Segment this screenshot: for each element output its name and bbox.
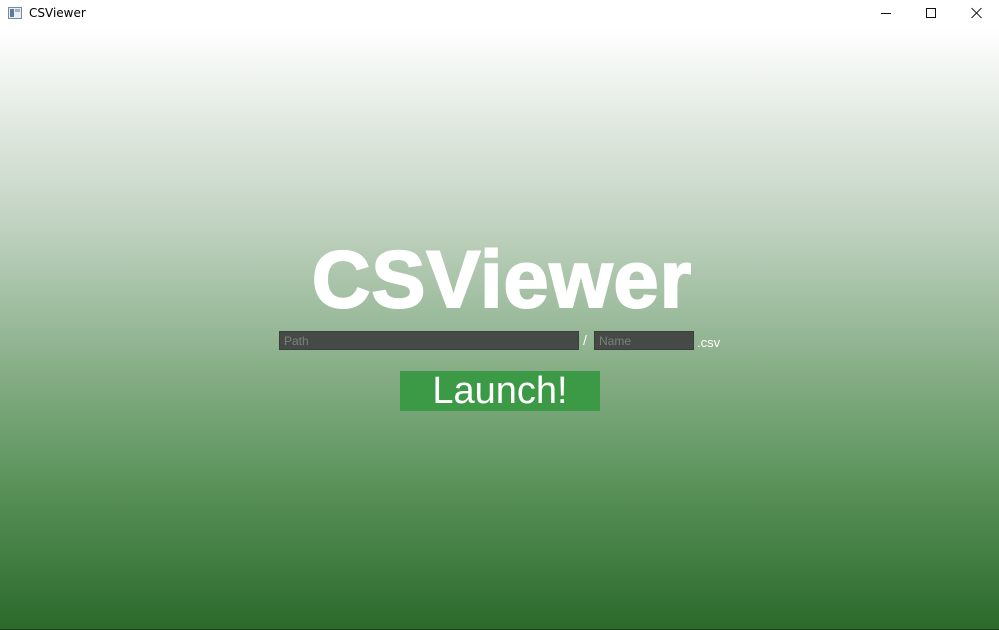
app-icon xyxy=(8,7,22,19)
close-button[interactable] xyxy=(954,0,999,28)
path-separator: / xyxy=(583,332,587,348)
file-extension-label: .csv xyxy=(697,335,721,350)
app-name-heading: CSViewer xyxy=(311,235,693,325)
path-input[interactable] xyxy=(279,331,579,350)
app-window: CSViewer CSViewer / .csv Launch! xyxy=(0,0,999,630)
window-title: CSViewer xyxy=(29,6,86,20)
minimize-button[interactable] xyxy=(863,0,909,28)
title-bar[interactable]: CSViewer xyxy=(0,0,999,28)
main-panel xyxy=(0,28,999,629)
maximize-icon xyxy=(926,8,936,18)
name-input[interactable] xyxy=(594,331,694,350)
minimize-icon xyxy=(881,13,891,14)
maximize-button[interactable] xyxy=(908,0,954,28)
file-input-row: / .csv xyxy=(279,331,729,350)
launch-button[interactable]: Launch! xyxy=(400,371,600,411)
close-icon xyxy=(971,7,983,19)
